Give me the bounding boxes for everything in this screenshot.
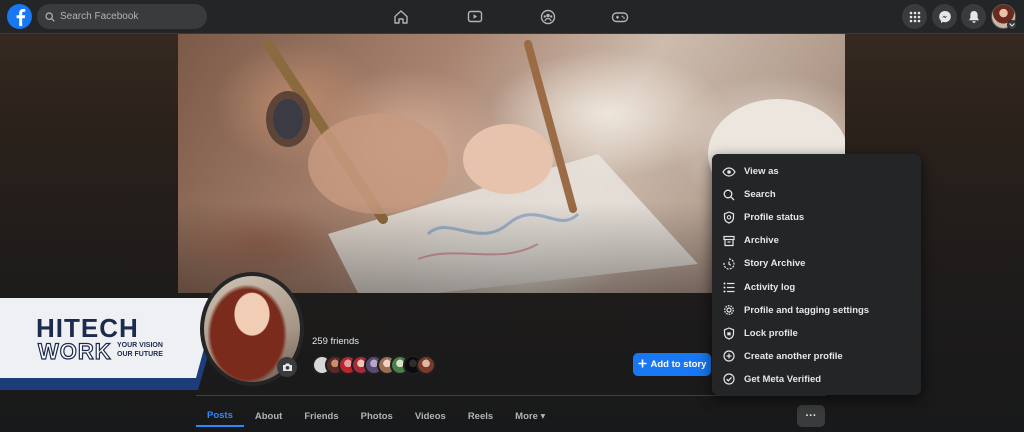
groups-icon[interactable] xyxy=(539,8,557,26)
notifications-icon[interactable] xyxy=(961,4,986,29)
profile-divider xyxy=(196,395,826,396)
menu-item-lock-profile[interactable]: Lock profile xyxy=(718,322,915,345)
menu-item-archive[interactable]: Archive xyxy=(718,229,915,252)
menu-item-create-another-profile[interactable]: Create another profile xyxy=(718,345,915,368)
menu-item-view-as[interactable]: View as xyxy=(718,160,915,183)
watermark-tagline-1: YOUR VISION xyxy=(117,342,163,349)
tab-posts[interactable]: Posts xyxy=(196,405,244,427)
search-input[interactable]: Search Facebook xyxy=(37,4,207,29)
verified-badge-icon xyxy=(722,372,736,386)
plus-icon xyxy=(638,359,647,371)
tab-reels[interactable]: Reels xyxy=(457,405,504,427)
menu-item-activity-log[interactable]: Activity log xyxy=(718,275,915,298)
search-placeholder: Search Facebook xyxy=(60,11,139,22)
list-icon xyxy=(722,280,736,294)
menu-item-label: Create another profile xyxy=(744,350,843,362)
home-icon[interactable] xyxy=(392,8,410,26)
menu-item-label: Profile and tagging settings xyxy=(744,304,870,316)
hitechwork-watermark: HITECH WORK YOUR VISION OUR FUTURE xyxy=(0,298,226,390)
search-icon xyxy=(722,188,736,202)
shield-icon xyxy=(722,211,736,225)
top-navigation-bar: Search Facebook xyxy=(0,0,1024,34)
menu-item-label: Archive xyxy=(744,235,779,247)
gaming-icon[interactable] xyxy=(611,8,629,26)
add-to-story-label: Add to story xyxy=(650,359,707,370)
more-options-button[interactable]: ··· xyxy=(797,405,825,427)
menu-item-search[interactable]: Search xyxy=(718,183,915,206)
tab-friends[interactable]: Friends xyxy=(293,405,349,427)
menu-item-get-meta-verified[interactable]: Get Meta Verified xyxy=(718,368,915,391)
menu-item-label: Lock profile xyxy=(744,327,798,339)
tab-photos[interactable]: Photos xyxy=(350,405,404,427)
watermark-shape xyxy=(0,298,222,390)
facebook-logo-icon[interactable] xyxy=(7,4,32,29)
menu-item-profile-tagging-settings[interactable]: Profile and tagging settings xyxy=(718,299,915,322)
tab-videos[interactable]: Videos xyxy=(404,405,457,427)
watermark-brand-bottom: WORK xyxy=(37,338,112,364)
menu-grid-icon[interactable] xyxy=(902,4,927,29)
story-archive-icon xyxy=(722,257,736,271)
chevron-down-icon xyxy=(1007,20,1017,30)
tab-about[interactable]: About xyxy=(244,405,293,427)
menu-item-label: Activity log xyxy=(744,281,796,293)
watermark-tagline-2: OUR FUTURE xyxy=(117,351,163,358)
profile-tabs: Posts About Friends Photos Videos Reels … xyxy=(196,405,556,427)
messenger-icon[interactable] xyxy=(932,4,957,29)
search-icon xyxy=(45,11,55,22)
menu-item-story-archive[interactable]: Story Archive xyxy=(718,252,915,275)
menu-item-label: Story Archive xyxy=(744,258,806,270)
friend-avatars[interactable] xyxy=(312,355,436,375)
menu-item-profile-status[interactable]: Profile status xyxy=(718,206,915,229)
lock-shield-icon xyxy=(722,326,736,340)
eye-icon xyxy=(722,165,736,179)
archive-icon xyxy=(722,234,736,248)
friends-count[interactable]: 259 friends xyxy=(312,336,359,347)
video-icon[interactable] xyxy=(466,8,484,26)
menu-item-label: Search xyxy=(744,189,776,201)
gear-icon xyxy=(722,303,736,317)
add-to-story-button[interactable]: Add to story xyxy=(633,353,711,376)
profile-options-menu: View as Search Profile status Archive St… xyxy=(712,154,921,395)
friend-avatar[interactable] xyxy=(416,355,436,375)
account-avatar[interactable] xyxy=(991,4,1017,30)
tab-more[interactable]: More ▾ xyxy=(504,405,556,427)
menu-item-label: View as xyxy=(744,166,779,178)
menu-item-label: Profile status xyxy=(744,212,805,224)
menu-item-label: Get Meta Verified xyxy=(744,373,822,385)
camera-icon[interactable] xyxy=(277,357,297,377)
plus-circle-icon xyxy=(722,349,736,363)
